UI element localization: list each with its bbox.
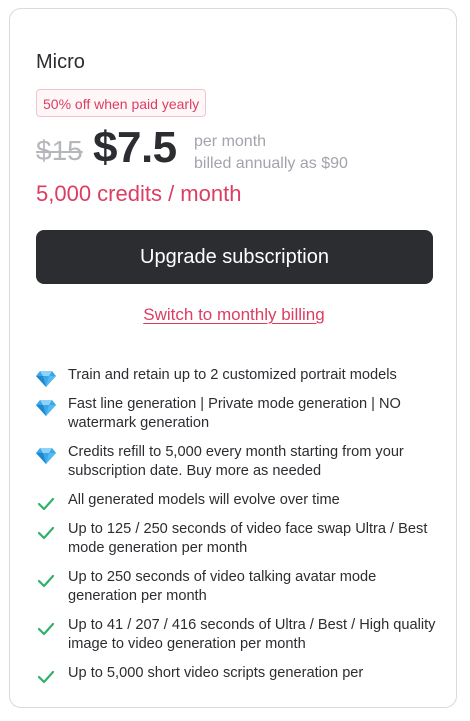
check-icon — [36, 524, 56, 542]
check-icon — [36, 572, 56, 590]
feature-text: Up to 250 seconds of video talking avata… — [68, 569, 377, 604]
feature-item: Up to 125 / 250 seconds of video face sw… — [36, 520, 436, 558]
check-icon — [36, 668, 56, 686]
check-icon — [36, 495, 56, 513]
feature-item: Up to 5,000 short video scripts generati… — [36, 664, 436, 686]
price-period: per month — [194, 133, 267, 150]
switch-monthly-billing-link[interactable]: Switch to monthly billing — [10, 305, 456, 325]
diamond-icon — [36, 399, 56, 417]
feature-item: Up to 41 / 207 / 416 seconds of Ultra / … — [36, 616, 436, 654]
diamond-icon — [36, 447, 56, 465]
feature-text: Up to 41 / 207 / 416 seconds of Ultra / … — [68, 617, 436, 652]
feature-item: Fast line generation | Private mode gene… — [36, 395, 436, 433]
billing-note: billed annually as $90 — [194, 155, 348, 172]
price-row: $15 $7.5 per month billed annually as $9… — [36, 121, 436, 181]
feature-item: All generated models will evolve over ti… — [36, 491, 436, 513]
feature-list: Train and retain up to 2 customized port… — [36, 366, 436, 693]
feature-item: Credits refill to 5,000 every month star… — [36, 443, 436, 481]
feature-text: Train and retain up to 2 customized port… — [68, 367, 397, 383]
feature-text: Up to 125 / 250 seconds of video face sw… — [68, 521, 428, 556]
credits-per-month: 5,000 credits / month — [36, 181, 242, 206]
feature-text: Fast line generation | Private mode gene… — [68, 396, 401, 431]
original-price: $15 — [36, 135, 83, 166]
plan-name: Micro — [36, 51, 85, 73]
pricing-card: Micro 50% off when paid yearly $15 $7.5 … — [9, 8, 457, 708]
feature-text: Credits refill to 5,000 every month star… — [68, 444, 404, 479]
upgrade-subscription-button[interactable]: Upgrade subscription — [36, 230, 433, 284]
feature-item: Train and retain up to 2 customized port… — [36, 366, 436, 388]
feature-item: Up to 250 seconds of video talking avata… — [36, 568, 436, 606]
diamond-icon — [36, 370, 56, 388]
discount-badge: 50% off when paid yearly — [36, 89, 207, 117]
check-icon — [36, 620, 56, 638]
feature-text: All generated models will evolve over ti… — [68, 492, 340, 508]
feature-text: Up to 5,000 short video scripts generati… — [68, 665, 364, 681]
discounted-price: $7.5 — [93, 123, 177, 172]
